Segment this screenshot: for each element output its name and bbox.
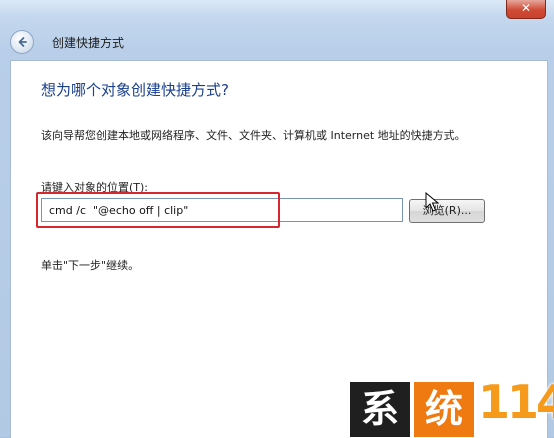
close-icon: ✕ — [520, 1, 532, 15]
watermark-number: 114 — [478, 375, 554, 429]
back-button[interactable] — [10, 30, 34, 54]
close-button[interactable]: ✕ — [506, 0, 546, 19]
browse-button[interactable]: 浏览(R)... — [409, 199, 485, 223]
next-hint-text: 单击"下一步"继续。 — [41, 259, 140, 272]
page-heading: 想为哪个对象创建快捷方式? — [41, 81, 229, 99]
wizard-description: 该向导帮您创建本地或网络程序、文件、文件夹、计算机或 Internet 地址的快… — [41, 129, 466, 142]
location-input[interactable] — [41, 198, 403, 222]
location-label: 请键入对象的位置(T): — [41, 181, 149, 194]
mouse-cursor-icon — [425, 192, 439, 212]
watermark-char-xi: 系 — [350, 382, 410, 437]
watermark-char-tong: 统 — [414, 382, 474, 437]
window-title: 创建快捷方式 — [52, 36, 125, 50]
wizard-window: ✕ 创建快捷方式 想为哪个对象创建快捷方式? 该向导帮您创建本地或网络程序、文件… — [0, 0, 554, 438]
back-arrow-icon — [18, 37, 27, 47]
